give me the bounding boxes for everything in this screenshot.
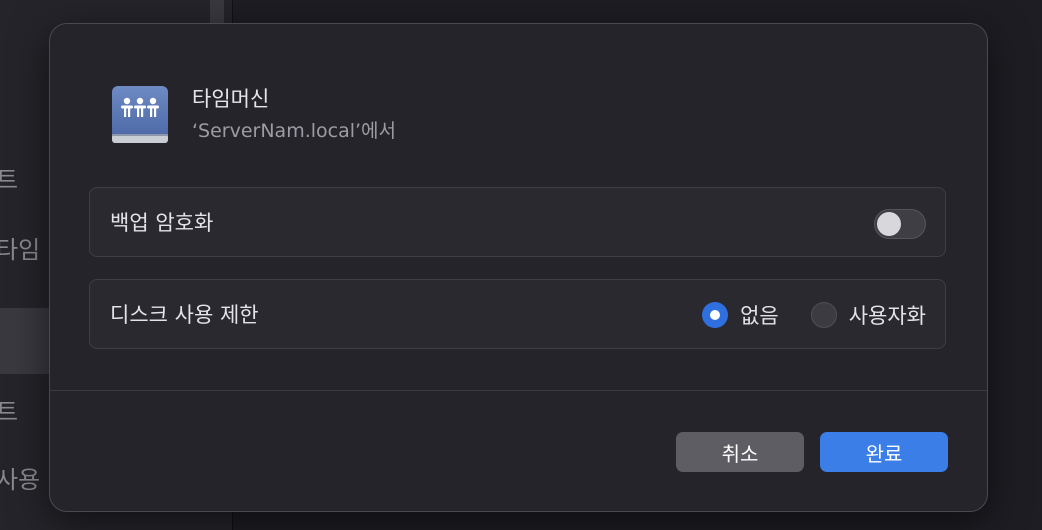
toggle-knob xyxy=(877,212,901,236)
disk-limit-label: 디스크 사용 제한 xyxy=(110,303,259,327)
radio-option-none[interactable]: 없음 xyxy=(702,300,779,330)
dialog-header: 타임머신 ‘ServerNam.local’에서 xyxy=(110,84,396,146)
disk-limit-row: 디스크 사용 제한 없음 사용자화 xyxy=(89,279,946,349)
dialog-title: 타임머신 xyxy=(192,87,270,111)
radio-label-none: 없음 xyxy=(740,304,779,328)
shared-drive-icon xyxy=(110,84,170,146)
encrypt-backup-toggle[interactable] xyxy=(874,209,926,239)
radio-selected[interactable] xyxy=(702,302,729,328)
sidebar-fragment: 타임 xyxy=(0,236,41,264)
dialog-subtitle: ‘ServerNam.local’에서 xyxy=(192,120,397,142)
disk-limit-radio-group: 없음 사용자화 xyxy=(702,280,926,350)
done-button[interactable]: 완료 xyxy=(820,432,948,472)
encrypt-backup-label: 백업 암호화 xyxy=(110,211,214,235)
sidebar-fragment: 트 xyxy=(0,398,19,426)
cancel-button[interactable]: 취소 xyxy=(676,432,804,472)
radio-label-custom: 사용자화 xyxy=(848,304,926,328)
footer-divider xyxy=(50,390,987,391)
radio-unselected[interactable] xyxy=(810,302,837,328)
encrypt-backup-row: 백업 암호화 xyxy=(89,187,946,257)
radio-option-custom[interactable]: 사용자화 xyxy=(810,300,926,330)
sidebar-fragment: 사용 xyxy=(0,466,41,494)
time-machine-dialog: 타임머신 ‘ServerNam.local’에서 백업 암호화 디스크 사용 제… xyxy=(49,23,988,512)
sidebar-fragment: 트 xyxy=(0,166,19,194)
